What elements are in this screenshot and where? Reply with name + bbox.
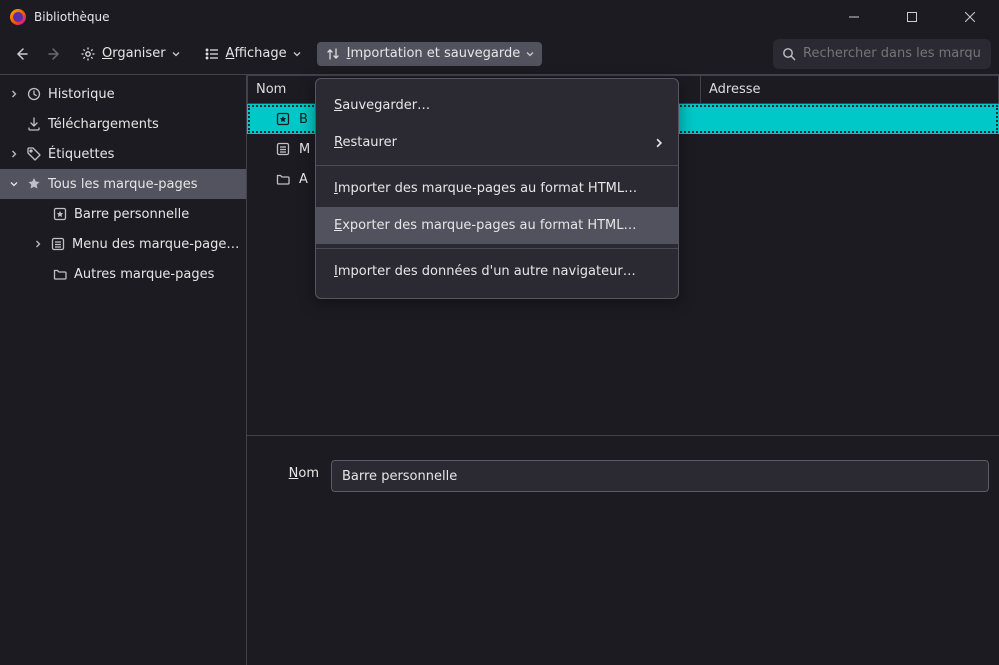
forward-button[interactable] [46, 45, 64, 63]
list-icon [204, 46, 220, 62]
chevron-down-icon [293, 50, 301, 58]
chevron-down-icon [8, 180, 20, 188]
detail-name-input[interactable] [331, 460, 989, 492]
folder-icon [52, 266, 68, 282]
star-icon [26, 176, 42, 192]
search-input[interactable] [773, 39, 991, 69]
sidebar-item-tags[interactable]: Étiquettes [0, 139, 246, 169]
window-title: Bibliothèque [34, 10, 110, 24]
organize-menu-button[interactable]: Organiser [72, 42, 188, 66]
detail-name-label: Nom [259, 460, 319, 481]
details-panel: Nom [247, 435, 999, 665]
bookmark-bar-icon [52, 206, 68, 222]
chevron-right-icon [32, 240, 44, 248]
sidebar-item-downloads[interactable]: Téléchargements [0, 109, 246, 139]
chevron-right-icon [8, 150, 20, 158]
sidebar-item-all-bookmarks[interactable]: Tous les marque-pages [0, 169, 246, 199]
list-item-label: M [299, 142, 310, 157]
window-controls [825, 0, 999, 33]
download-icon [26, 116, 42, 132]
sidebar-item-label: Menu des marque-page… [72, 237, 239, 252]
sidebar-item-toolbar-bookmarks[interactable]: Barre personnelle [0, 199, 246, 229]
maximize-button[interactable] [883, 0, 941, 33]
search-icon [781, 46, 797, 62]
bookmark-menu-icon [50, 236, 66, 252]
chevron-down-icon [172, 50, 180, 58]
tag-icon [26, 146, 42, 162]
menu-separator [316, 248, 678, 249]
titlebar: Bibliothèque [0, 0, 999, 33]
gear-icon [80, 46, 96, 62]
menu-item-restore[interactable]: Restaurer [316, 124, 678, 161]
display-label: Affichage [226, 46, 287, 61]
sidebar-item-history[interactable]: Historique [0, 79, 246, 109]
column-header-address[interactable]: Adresse [701, 75, 999, 104]
sidebar-item-label: Barre personnelle [74, 207, 189, 222]
display-menu-button[interactable]: Affichage [196, 42, 309, 66]
menu-item-backup[interactable]: Sauvegarder… [316, 87, 678, 124]
menu-separator [316, 165, 678, 166]
sidebar: Historique Téléchargements Étiquettes To… [0, 75, 247, 665]
import-export-dropdown: Sauvegarder… Restaurer Importer des marq… [315, 78, 679, 299]
sidebar-item-label: Historique [48, 87, 115, 102]
list-item-label: A [299, 172, 308, 187]
menu-item-export-html[interactable]: Exporter des marque-pages au format HTML… [316, 207, 678, 244]
folder-icon [275, 171, 291, 187]
chevron-right-icon [8, 90, 20, 98]
import-export-menu-button[interactable]: Importation et sauvegarde [317, 42, 543, 66]
back-button[interactable] [12, 45, 30, 63]
sidebar-item-menu-bookmarks[interactable]: Menu des marque-page… [0, 229, 246, 259]
import-export-label: Importation et sauvegarde [347, 46, 521, 61]
sidebar-item-label: Tous les marque-pages [48, 177, 198, 192]
menu-item-import-html[interactable]: Importer des marque-pages au format HTML… [316, 170, 678, 207]
search-field-wrap [773, 39, 991, 69]
sidebar-item-other-bookmarks[interactable]: Autres marque-pages [0, 259, 246, 289]
list-item-label: B [299, 112, 308, 127]
clock-icon [26, 86, 42, 102]
minimize-button[interactable] [825, 0, 883, 33]
toolbar: Organiser Affichage Importation et sauve… [0, 33, 999, 75]
close-button[interactable] [941, 0, 999, 33]
sidebar-item-label: Téléchargements [48, 117, 159, 132]
firefox-icon [10, 9, 26, 25]
organize-label: Organiser [102, 46, 166, 61]
chevron-right-icon [654, 138, 664, 148]
bookmark-bar-icon [275, 111, 291, 127]
menu-item-import-browser[interactable]: Importer des données d'un autre navigate… [316, 253, 678, 290]
chevron-down-icon [526, 50, 534, 58]
bookmark-menu-icon [275, 141, 291, 157]
import-export-icon [325, 46, 341, 62]
sidebar-item-label: Autres marque-pages [74, 267, 214, 282]
sidebar-item-label: Étiquettes [48, 147, 114, 162]
